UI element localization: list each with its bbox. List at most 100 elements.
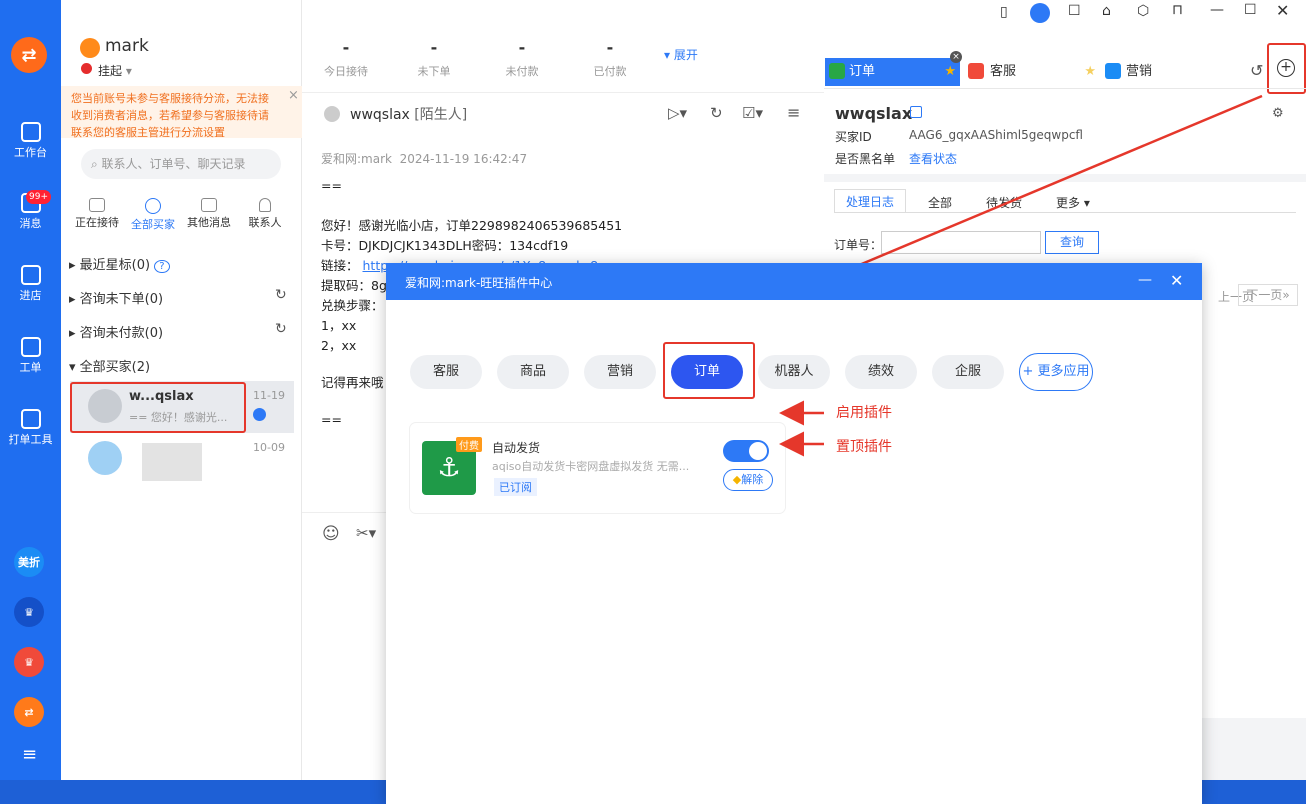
group-unordered[interactable]: ▸ 咨询未下单(0) (69, 288, 163, 307)
minimize-icon[interactable]: — (1210, 2, 1224, 18)
store-icon (20, 265, 41, 285)
emoji-icon[interactable]: ☺ (322, 524, 340, 544)
expand-button[interactable]: ▾ 展开 (664, 46, 698, 63)
status-dropdown[interactable]: 挂起 ▾ (98, 62, 132, 79)
dialog-title: 爱和网:mark-旺旺插件中心 (405, 276, 553, 290)
tab-contacts[interactable]: 联系人 (239, 198, 291, 230)
next-page-button[interactable]: 下一页» (1238, 284, 1298, 306)
chat-icon (89, 198, 105, 212)
video-icon[interactable]: ▷▾ (668, 104, 687, 122)
person-icon (259, 198, 271, 212)
subscribed-badge: 已订阅 (494, 478, 537, 496)
history-icon[interactable]: ↻ (710, 104, 723, 122)
task-icon[interactable]: ☑▾ (742, 104, 763, 122)
group-unpaid[interactable]: ▸ 咨询未付款(0) (69, 322, 163, 341)
user-avatar (80, 38, 100, 58)
buyer-name: wwqslax (835, 104, 913, 123)
close-icon[interactable]: ✕ (1276, 1, 1289, 20)
refresh-icon[interactable]: ↻ (275, 321, 287, 337)
order-no-input[interactable] (881, 231, 1041, 254)
app-crown-red[interactable]: ♛ (14, 647, 44, 677)
scissors-icon[interactable]: ✂▾ (356, 524, 376, 542)
menu-icon[interactable]: ≡ (22, 744, 37, 765)
close-notice-icon[interactable]: × (288, 88, 299, 103)
contact-date: 11-19 (253, 389, 285, 402)
phone-icon[interactable]: ▯ (1000, 4, 1008, 20)
chat-title: wwqslax [陌生人] (350, 107, 468, 123)
tab-all[interactable]: 全部 (928, 194, 952, 211)
group-starred[interactable]: ▸ 最近星标(0) ? (69, 254, 170, 273)
minimize-icon[interactable]: — (1138, 272, 1152, 288)
query-button[interactable]: 查询 (1045, 231, 1099, 254)
workbench-icon (20, 122, 41, 142)
annotation-enable: 启用插件 (836, 405, 892, 421)
blacklist-link[interactable]: 查看状态 (909, 150, 957, 167)
service-app-icon (968, 63, 984, 79)
tab-service[interactable]: 客服 ★ (966, 58, 1096, 86)
app-logo: ⇄ (11, 37, 47, 73)
pin-icon: ◆ (732, 473, 742, 486)
tab-all-buyers[interactable]: 全部买家 (127, 198, 179, 232)
nav-ticket[interactable]: 工单 (0, 337, 61, 375)
user-name: mark (105, 36, 149, 56)
group-all-buyers[interactable]: ▾ 全部买家(2) (69, 356, 150, 375)
add-plugin-button[interactable]: + (1277, 59, 1295, 77)
contact-name-blurred (142, 443, 202, 481)
maximize-icon[interactable]: ☐ (1244, 2, 1257, 18)
marketing-app-icon (1105, 63, 1121, 79)
pin-icon[interactable]: ⊓ (1172, 2, 1183, 18)
cat-order[interactable]: 订单 (671, 355, 743, 389)
nav-workbench[interactable]: 工作台 (0, 122, 61, 160)
search-input[interactable]: ⌕ 联系人、订单号、聊天记录 (81, 149, 281, 179)
contact-date: 10-09 (253, 441, 285, 454)
help-icon[interactable]: ? (154, 260, 170, 273)
more-apps-button[interactable]: + 更多应用 (1019, 353, 1093, 391)
settings-hex-icon[interactable]: ⬡ (1137, 3, 1149, 19)
tab-more[interactable]: 更多 ▾ (1056, 194, 1090, 211)
tab-other[interactable]: 其他消息 (183, 198, 235, 230)
headset-icon[interactable] (1030, 3, 1050, 23)
gear-icon[interactable]: ⚙ (1272, 106, 1284, 121)
search-icon: ⌕ (91, 157, 102, 171)
cat-marketing[interactable]: 营销 (584, 355, 656, 389)
tab-receiving[interactable]: 正在接待 (71, 198, 123, 230)
more-menu-icon[interactable]: ≡ (787, 103, 800, 122)
stat-today: - 今日接待 (324, 38, 368, 78)
cat-enterprise[interactable]: 企服 (932, 355, 1004, 389)
unread-badge: 99+ (26, 190, 51, 204)
tab-order[interactable]: 订单 ★ (825, 58, 960, 86)
copy-icon[interactable] (910, 106, 922, 118)
app-meizhe[interactable]: 美折 (14, 547, 44, 577)
close-icon[interactable]: ✕ (1170, 271, 1183, 290)
tab-to-ship[interactable]: 待发货 (986, 194, 1022, 211)
unpin-button[interactable]: ◆解除 (723, 469, 773, 491)
buyer-id: AAG6_gqxAAShiml5geqwpcfl (909, 128, 1083, 142)
cat-performance[interactable]: 绩效 (845, 355, 917, 389)
undo-icon[interactable]: ↺ (1250, 61, 1263, 80)
cat-goods[interactable]: 商品 (497, 355, 569, 389)
app-crown-blue[interactable]: ♛ (14, 597, 44, 627)
tab-log[interactable]: 处理日志 (834, 189, 906, 213)
note-icon[interactable]: ☐ (1068, 3, 1081, 19)
list-item[interactable]: w...qslax == 您好！感谢光... 11-19 (70, 381, 294, 433)
panel-footer (1202, 718, 1306, 780)
shirt-icon[interactable]: ⌂ (1102, 3, 1111, 19)
cat-robot[interactable]: 机器人 (758, 355, 830, 389)
contact-preview: == 您好！感谢光... (129, 411, 228, 424)
plugin-dialog: 爱和网:mark-旺旺插件中心 — ✕ 客服 商品 营销 订单 机器人 绩效 企… (386, 263, 1202, 804)
close-tab-icon[interactable]: × (950, 51, 962, 63)
plugin-name: 自动发货 (492, 441, 541, 455)
refresh-icon[interactable]: ↻ (275, 287, 287, 303)
ticket-icon (20, 337, 41, 357)
side-nav: ⇄ 工作台 消息 99+ 进店 工单 打单工具 美折 ♛ ♛ ⇄ ≡ (0, 0, 61, 780)
list-item[interactable]: 10-09 (70, 435, 294, 487)
divider (824, 88, 1306, 89)
star-icon: ★ (1084, 64, 1096, 79)
cat-service[interactable]: 客服 (410, 355, 482, 389)
divider (302, 92, 824, 93)
enable-toggle[interactable] (723, 440, 769, 462)
notice-banner: 您当前账号未参与客服接待分流，无法接收到消费者消息，若希望参与客服接待请联系您的… (61, 86, 302, 139)
nav-print[interactable]: 打单工具 (0, 409, 61, 447)
app-orange[interactable]: ⇄ (14, 697, 44, 727)
nav-store[interactable]: 进店 (0, 265, 61, 303)
